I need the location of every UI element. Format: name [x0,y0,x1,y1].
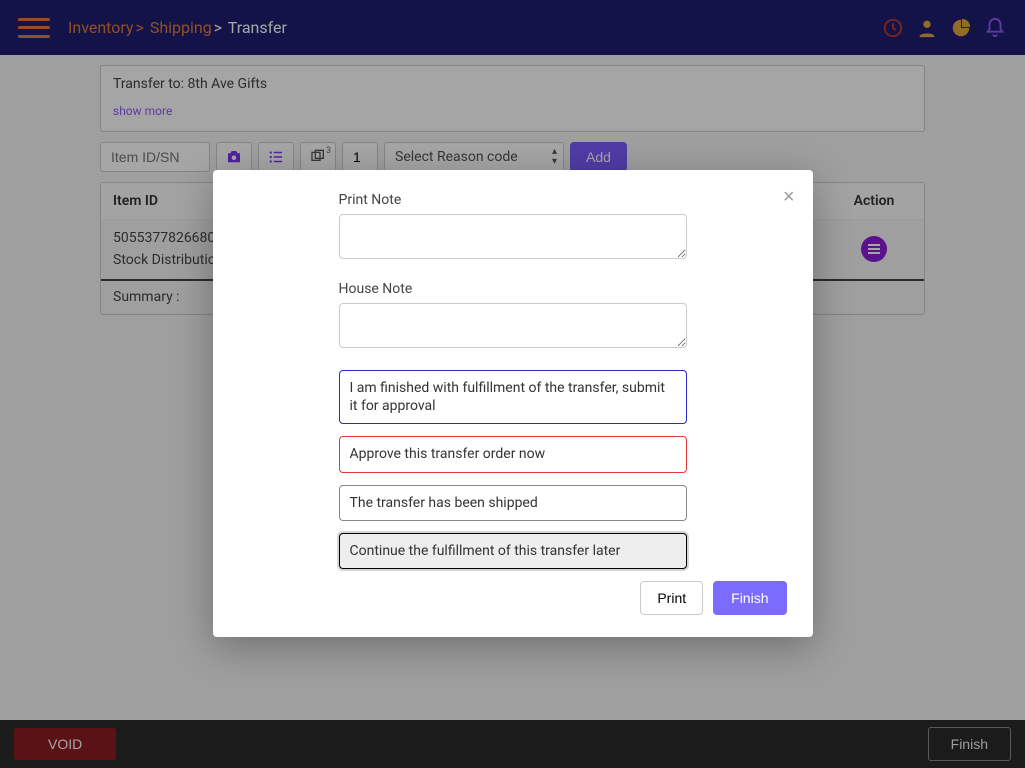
modal-print-button[interactable]: Print [640,581,703,615]
print-note-input[interactable] [339,214,687,259]
modal-finish-button[interactable]: Finish [713,581,786,615]
option-approve-now[interactable]: Approve this transfer order now [339,436,687,472]
modal-overlay[interactable]: × Print Note House Note I am finished wi… [0,0,1025,768]
finish-modal: × Print Note House Note I am finished wi… [213,170,813,637]
print-note-label: Print Note [339,192,687,208]
option-submit-approval[interactable]: I am finished with fulfillment of the tr… [339,370,687,424]
house-note-input[interactable] [339,303,687,348]
house-note-label: House Note [339,281,687,297]
close-icon[interactable]: × [783,186,795,209]
option-shipped[interactable]: The transfer has been shipped [339,485,687,521]
option-continue-later[interactable]: Continue the fulfillment of this transfe… [339,533,687,569]
